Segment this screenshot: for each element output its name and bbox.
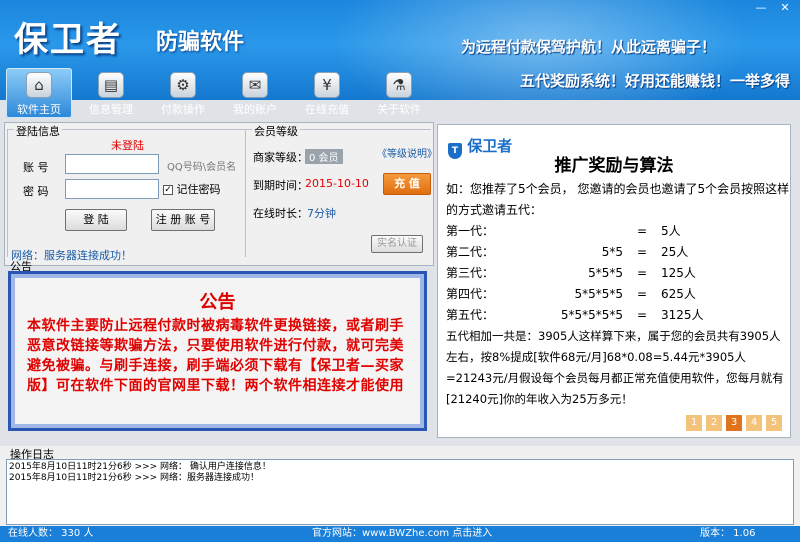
gen-expr: 5*5*5*5*5	[560, 308, 623, 322]
page-button[interactable]: 5	[766, 415, 782, 431]
gear-icon: ⚙	[170, 72, 196, 98]
notice-title: 公告	[199, 292, 236, 313]
minimize-button[interactable]: —	[750, 0, 772, 16]
nav-label: 软件主页	[17, 103, 61, 116]
nav-label: 付款操作	[161, 103, 205, 116]
promo-row: 第四代： 5*5*5*5 = 625人	[446, 284, 791, 305]
gen-label: 第二代：	[446, 245, 495, 259]
gen-result: 125人	[661, 266, 696, 280]
register-button[interactable]: 注 册 账 号	[151, 209, 215, 231]
promo-panel: T 保卫者 推广奖励与算法 如：您推荐了5个会员， 您邀请的会员也邀请了5个会员…	[437, 124, 791, 438]
promo-title: 推广奖励与算法	[554, 156, 674, 176]
notice-text: 本软件主要防止远程付款时被病毒软件更换链接，或者刷手恶意改链接等欺骗方法，只要使…	[27, 318, 404, 394]
mail-icon: ✉	[242, 72, 268, 98]
promo-row: 第二代： 5*5 = 25人	[446, 242, 791, 263]
log-line: 2015年8月10日11时21分6秒 >>> 网络：服务器连接成功！	[9, 473, 260, 483]
gen-expr: 5*5	[601, 245, 623, 259]
yen-icon: ¥	[314, 72, 340, 98]
gen-result: 5人	[661, 224, 681, 238]
page-button[interactable]: 2	[706, 415, 722, 431]
level-label: 商家等级：	[253, 151, 308, 164]
gen-label: 第四代：	[446, 287, 495, 301]
page-button[interactable]: 1	[686, 415, 702, 431]
expire-value: 2015-10-10	[305, 177, 369, 190]
operation-log: 操作日志 2015年8月10日11时21分6秒 >>> 网络： 确认用户连接信息…	[0, 446, 800, 526]
nav-recharge[interactable]: ¥ 在线充值	[294, 68, 360, 118]
promo-row: 第一代： = 5人	[446, 221, 791, 242]
remember-label: 记住密码	[176, 183, 221, 196]
header-slogan-2: 五代奖励系统！好用还能赚钱！一举多得	[519, 72, 790, 90]
nav-payment[interactable]: ⚙ 付款操作	[150, 68, 216, 118]
gen-expr: 5*5*5*5	[574, 287, 623, 301]
promo-intro: 如：您推荐了5个会员， 您邀请的会员也邀请了5个会员按照这样的方式邀请五代：	[446, 182, 790, 217]
nav-about[interactable]: ⚗ 关于软件	[366, 68, 432, 118]
document-icon: ▤	[98, 72, 124, 98]
gen-label: 第一代：	[446, 224, 495, 238]
app-logo: 保卫者	[14, 20, 122, 60]
level-info-link[interactable]: 《等级说明》	[377, 145, 437, 160]
nav-label: 我的账户	[233, 103, 277, 116]
gen-result: 3125人	[661, 308, 704, 322]
app-logo-subtitle: 防骗软件	[156, 30, 245, 55]
promo-summary: 五代相加一共是：3905人这样算下来，属于您的会员共有3905人左右，按8%提成…	[446, 329, 784, 406]
login-status: 未登陆	[111, 139, 144, 152]
login-button[interactable]: 登 陆	[65, 209, 127, 231]
password-input[interactable]	[65, 179, 159, 199]
version-info: 版本： 1.06	[700, 528, 756, 539]
login-group-title: 登陆信息	[14, 123, 62, 139]
level-badge: 0 会员	[305, 149, 343, 164]
notice-board: 公告 本软件主要防止远程付款时被病毒软件更换链接，或者刷手恶意改链接等欺骗方法，…	[8, 271, 427, 431]
official-site-link[interactable]: 官方网站：www.BWZhe.com 点击进入	[312, 526, 492, 542]
gen-eq: =	[636, 245, 648, 259]
main-nav: ⌂ 软件主页 ▤ 信息管理 ⚙ 付款操作 ✉ 我的账户 ¥ 在线充值 ⚗ 关于软件	[0, 68, 432, 118]
gen-label: 第五代：	[446, 308, 495, 322]
account-input[interactable]	[65, 154, 159, 174]
nav-label: 信息管理	[89, 103, 133, 116]
home-icon: ⌂	[26, 72, 52, 98]
nav-label: 关于软件	[377, 103, 421, 116]
account-hint: QQ号码\会员名	[167, 162, 237, 173]
nav-home[interactable]: ⌂ 软件主页	[6, 68, 72, 118]
verify-button[interactable]: 实名认证	[371, 235, 423, 253]
promo-pagination: 1 2 3 4 5	[686, 415, 782, 431]
promo-row: 第五代： 5*5*5*5*5 = 3125人	[446, 305, 791, 326]
page-button-active[interactable]: 3	[726, 415, 742, 431]
log-line: 2015年8月10日11时21分6秒 >>> 网络： 确认用户连接信息！	[9, 462, 271, 472]
gen-expr: 5*5*5	[588, 266, 623, 280]
gen-eq: =	[636, 224, 648, 238]
gen-result: 25人	[661, 245, 689, 259]
gen-expr	[528, 221, 623, 242]
microscope-icon: ⚗	[386, 72, 412, 98]
close-button[interactable]: ✕	[774, 0, 796, 16]
online-time-value: 7分钟	[307, 207, 336, 220]
password-label: 密 码	[23, 185, 49, 198]
gen-eq: =	[636, 287, 648, 301]
gen-eq: =	[636, 308, 648, 322]
expire-label: 到期时间：	[253, 179, 308, 192]
header-slogan-1: 为远程付款保驾护航！从此远离骗子！	[460, 38, 716, 56]
online-count: 在线人数： 330 人	[8, 528, 94, 539]
gen-eq: =	[636, 266, 648, 280]
checkbox-icon[interactable]: ✓	[163, 185, 173, 195]
gen-result: 625人	[661, 287, 696, 301]
promo-row: 第三代： 5*5*5 = 125人	[446, 263, 791, 284]
nav-my-account[interactable]: ✉ 我的账户	[222, 68, 288, 118]
promo-content: 如：您推荐了5个会员， 您邀请的会员也邀请了5个会员按照这样的方式邀请五代： 第…	[446, 179, 791, 410]
recharge-button[interactable]: 充 值	[383, 173, 431, 195]
log-box[interactable]: 2015年8月10日11时21分6秒 >>> 网络： 确认用户连接信息！ 201…	[6, 459, 794, 525]
nav-label: 在线充值	[305, 103, 349, 116]
nav-info-management[interactable]: ▤ 信息管理	[78, 68, 144, 118]
member-group-title: 会员等级	[252, 123, 300, 139]
remember-password[interactable]: ✓ 记住密码	[163, 181, 221, 197]
page-button[interactable]: 4	[746, 415, 762, 431]
online-time-label: 在线时长：	[253, 207, 308, 220]
account-label: 账 号	[23, 161, 49, 174]
gen-label: 第三代：	[446, 266, 495, 280]
account-panel: 登陆信息 未登陆 账 号 QQ号码\会员名 密 码 ✓ 记住密码 登 陆 注 册…	[4, 122, 437, 266]
status-bar: 在线人数： 330 人 官方网站：www.BWZhe.com 点击进入 版本： …	[0, 526, 800, 542]
